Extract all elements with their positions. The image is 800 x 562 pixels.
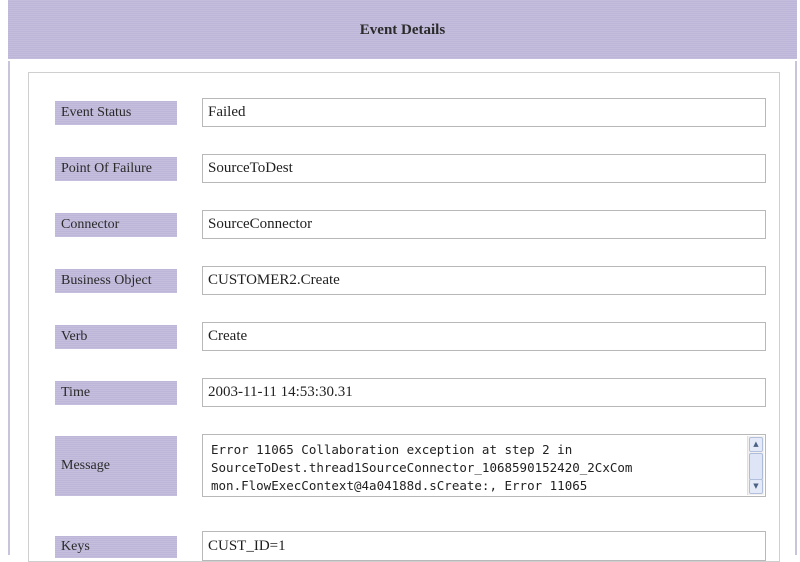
message-textarea[interactable]: Error 11065 Collaboration exception at s… — [202, 434, 766, 497]
time-label: Time — [55, 381, 177, 405]
panel-title: Event Details — [359, 22, 446, 38]
scrollbar-thumb[interactable] — [749, 453, 763, 480]
arrow-down-icon[interactable]: ▼ — [749, 479, 763, 494]
message-text: Error 11065 Collaboration exception at s… — [211, 441, 741, 495]
business-object-label: Business Object — [55, 269, 177, 293]
point-of-failure-field[interactable]: SourceToDest — [202, 154, 766, 183]
message-line: SourceToDest.thread1SourceConnector_1068… — [211, 460, 633, 475]
message-line: mon.FlowExecContext@4a04188d.sCreate:, E… — [211, 478, 588, 493]
panel-header: Event Details — [8, 0, 797, 61]
verb-label: Verb — [55, 325, 177, 349]
time-field[interactable]: 2003-11-11 14:53:30.31 — [202, 378, 766, 407]
message-scrollbar[interactable]: ▲ ▼ — [747, 436, 764, 495]
arrow-up-icon[interactable]: ▲ — [749, 437, 763, 452]
event-status-label: Event Status — [55, 101, 177, 125]
connector-field[interactable]: SourceConnector — [202, 210, 766, 239]
event-status-field[interactable]: Failed — [202, 98, 766, 127]
message-line: Error 11065 Collaboration exception at s… — [211, 442, 573, 457]
point-of-failure-label: Point Of Failure — [55, 157, 177, 181]
keys-field[interactable]: CUST_ID=1 — [202, 531, 766, 561]
verb-field[interactable]: Create — [202, 322, 766, 351]
connector-label: Connector — [55, 213, 177, 237]
business-object-field[interactable]: CUSTOMER2.Create — [202, 266, 766, 295]
message-label: Message — [55, 436, 177, 496]
